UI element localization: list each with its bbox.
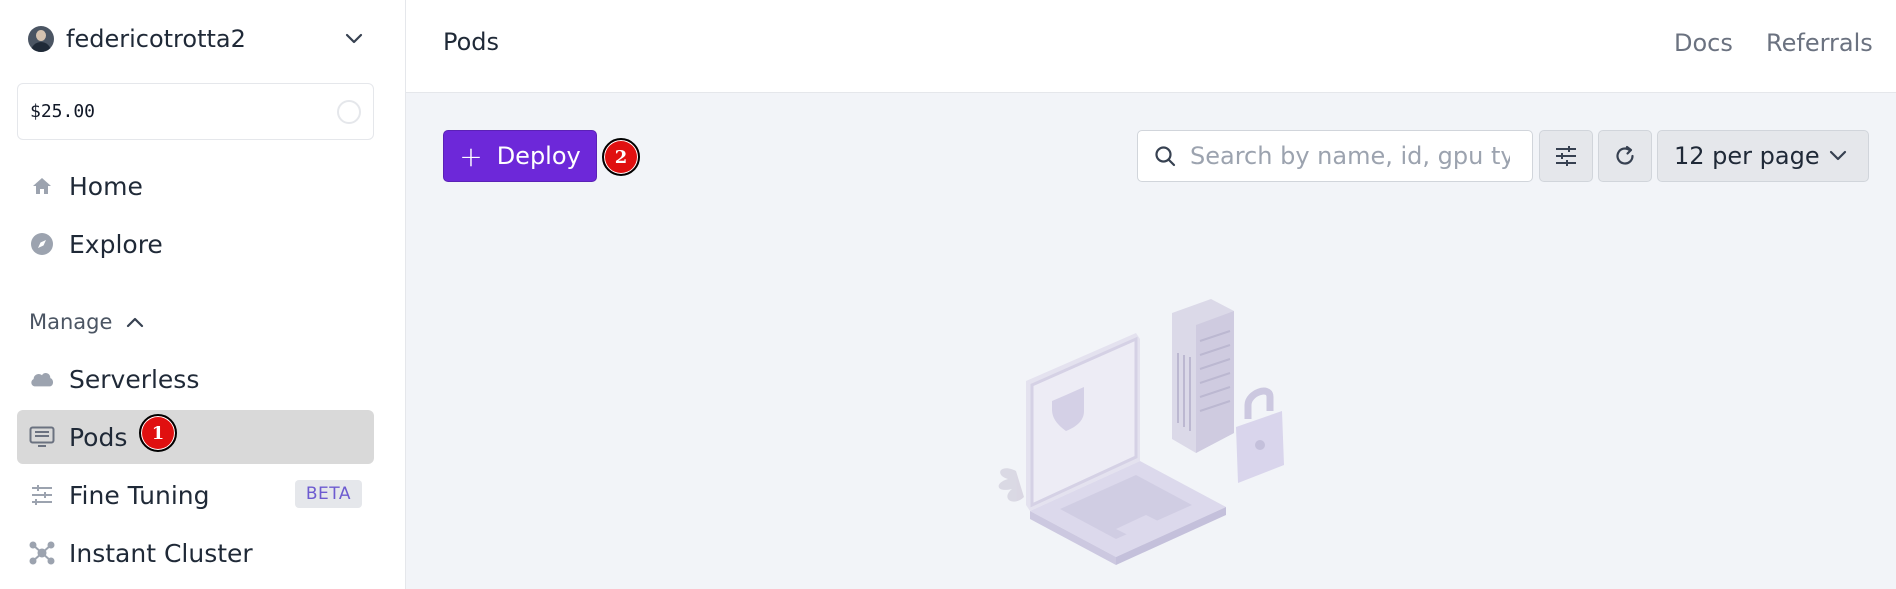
- account-switcher[interactable]: federicotrotta2: [28, 24, 368, 54]
- annotation-marker-1: 1: [139, 414, 177, 452]
- docs-link[interactable]: Docs: [1674, 29, 1733, 57]
- sliders-icon: [29, 482, 55, 508]
- manage-section-toggle[interactable]: Manage: [29, 310, 144, 334]
- balance-spinner-icon: [337, 99, 361, 124]
- search-input[interactable]: [1190, 142, 1510, 170]
- deploy-label: Deploy: [496, 142, 581, 170]
- sidebar-item-instant-cluster[interactable]: Instant Cluster: [17, 526, 374, 580]
- sidebar-item-home[interactable]: Home: [17, 159, 374, 213]
- empty-state-illustration: [998, 299, 1284, 565]
- balance-value: $25.00: [30, 101, 96, 122]
- search-box[interactable]: [1137, 130, 1533, 182]
- sidebar-item-serverless[interactable]: Serverless: [17, 352, 374, 406]
- compass-icon: [29, 231, 55, 257]
- sidebar-item-label: Home: [69, 171, 143, 201]
- balance-box: $25.00: [17, 83, 374, 140]
- sidebar-item-label: Instant Cluster: [69, 538, 253, 568]
- chevron-up-icon: [126, 316, 144, 328]
- chevron-down-icon: [1824, 142, 1852, 170]
- filter-button[interactable]: [1539, 130, 1593, 182]
- refresh-button[interactable]: [1598, 130, 1652, 182]
- pods-icon: [29, 424, 55, 450]
- plus-icon: +: [459, 139, 483, 173]
- chevron-down-icon[interactable]: [340, 25, 368, 53]
- referrals-link[interactable]: Referrals: [1766, 29, 1873, 57]
- home-icon: [29, 173, 55, 199]
- section-label: Manage: [29, 310, 113, 334]
- deploy-button[interactable]: + Deploy: [443, 130, 597, 182]
- per-page-select[interactable]: 12 per page: [1657, 130, 1869, 182]
- sidebar-item-label: Explore: [69, 229, 163, 259]
- sidebar-item-label: Pods: [69, 422, 128, 452]
- sidebar-item-pods[interactable]: Pods: [17, 410, 374, 464]
- account-name: federicotrotta2: [66, 25, 246, 53]
- cluster-icon: [29, 540, 55, 566]
- sidebar-item-label: Serverless: [69, 364, 200, 394]
- avatar: [28, 26, 54, 52]
- refresh-icon: [1614, 145, 1636, 167]
- cloud-icon: [29, 366, 55, 392]
- sidebar-item-fine-tuning[interactable]: Fine Tuning BETA: [17, 468, 374, 522]
- sidebar-item-label: Fine Tuning: [69, 480, 210, 510]
- filter-sliders-icon: [1555, 145, 1577, 167]
- search-icon: [1154, 145, 1176, 167]
- annotation-marker-2: 2: [602, 138, 640, 176]
- main-content: + Deploy 2 12 per page: [406, 93, 1896, 589]
- beta-badge: BETA: [294, 480, 362, 508]
- per-page-value: 12 per page: [1674, 142, 1820, 170]
- sidebar-item-explore[interactable]: Explore: [17, 217, 374, 271]
- sidebar: federicotrotta2 $25.00 Home Explore Mana…: [0, 0, 406, 589]
- page-title: Pods: [443, 28, 500, 56]
- top-header: Pods Docs Referrals: [406, 0, 1896, 93]
